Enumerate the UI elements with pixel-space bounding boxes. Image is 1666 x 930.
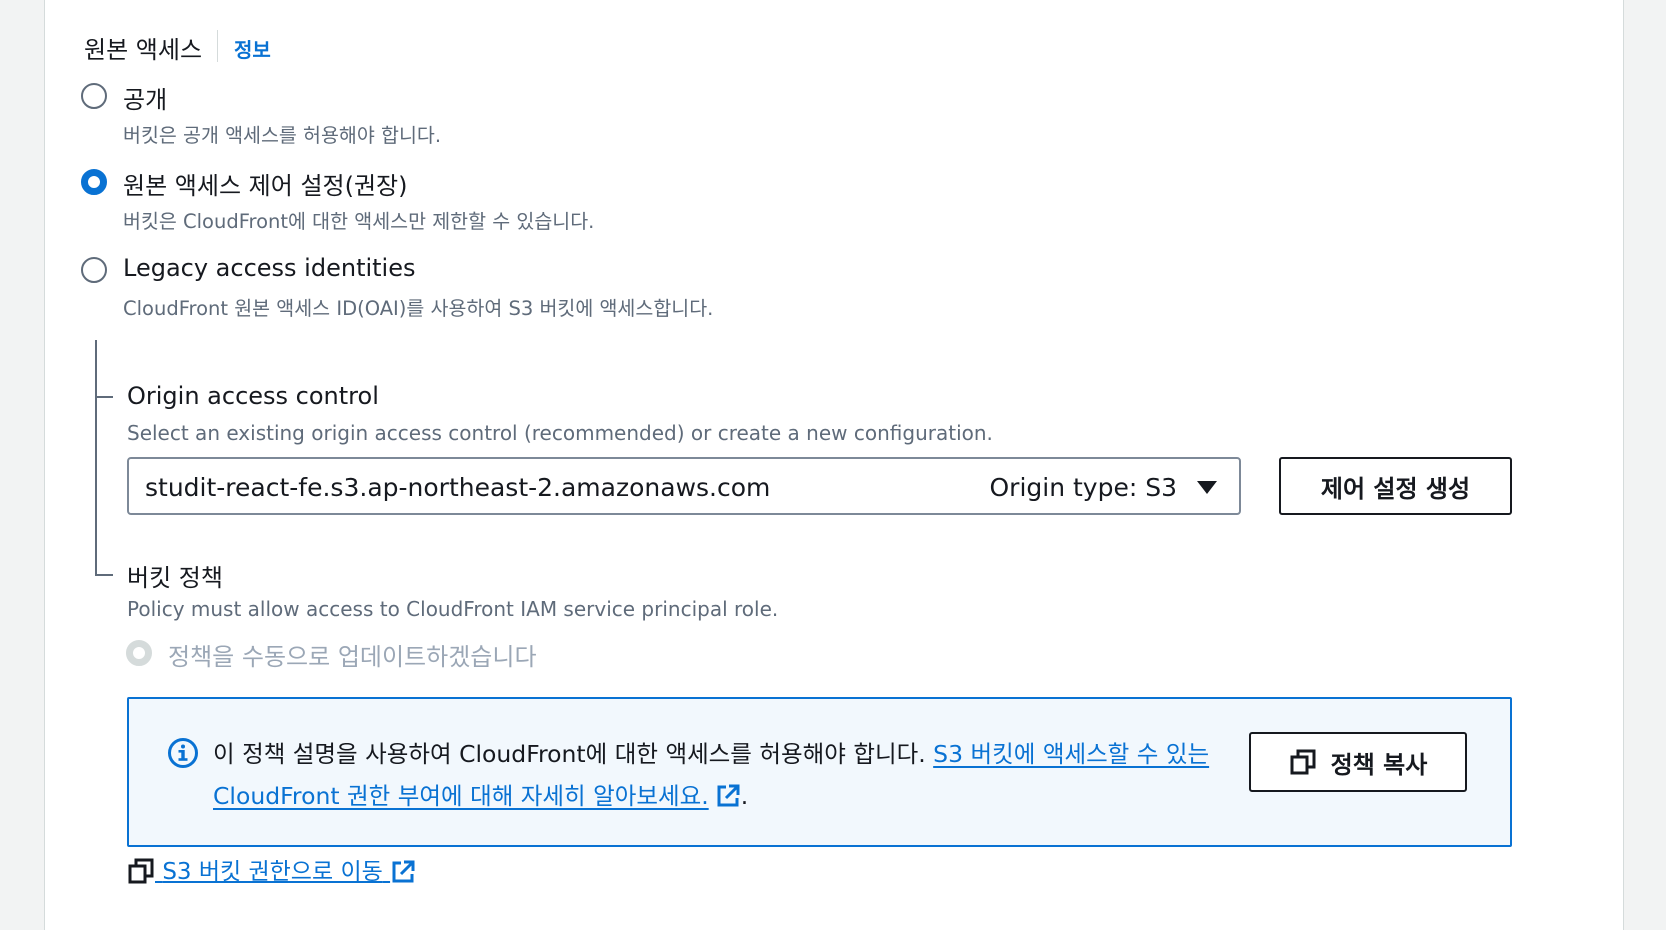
tree-branch: [95, 574, 113, 576]
option-oac-label[interactable]: 원본 액세스 제어 설정(권장): [123, 166, 408, 201]
radio-legacy-identities[interactable]: [81, 257, 107, 283]
option-public-label[interactable]: 공개: [123, 80, 167, 115]
bucket-policy-description: Policy must allow access to CloudFront I…: [127, 597, 779, 621]
tree-connector: [95, 340, 97, 576]
section-title: 원본 액세스: [84, 36, 203, 64]
policy-info-alert: 이 정책 설명을 사용하여 CloudFront에 대한 액세스를 허용해야 합…: [127, 697, 1512, 847]
tree-branch: [95, 396, 113, 398]
alert-message-text: 이 정책 설명을 사용하여 CloudFront에 대한 액세스를 허용해야 합…: [213, 740, 934, 768]
oac-field-label: Origin access control: [127, 382, 379, 410]
radio-manual-policy-update: [126, 640, 152, 666]
external-link-icon: [392, 860, 415, 883]
bucket-policy-label: 버킷 정책: [127, 564, 223, 592]
option-legacy-label[interactable]: Legacy access identities: [123, 254, 416, 282]
radio-public[interactable]: [81, 83, 107, 109]
option-public-description: 버킷은 공개 액세스를 허용해야 합니다.: [123, 124, 442, 147]
info-link[interactable]: 정보: [234, 34, 271, 63]
copy-policy-label: 정책 복사: [1330, 750, 1428, 779]
external-link-icon: [717, 784, 740, 807]
option-oac-description: 버킷은 CloudFront에 대한 액세스만 제한할 수 있습니다.: [123, 210, 595, 233]
bottom-link-text: S3 버킷 권한으로 이동: [162, 859, 383, 885]
oac-select-value: studit-react-fe.s3.ap-northeast-2.amazon…: [145, 473, 771, 502]
copy-icon: [128, 858, 154, 884]
oac-field-description: Select an existing origin access control…: [127, 421, 993, 445]
radio-origin-access-control[interactable]: [81, 169, 107, 195]
alert-message: 이 정책 설명을 사용하여 CloudFront에 대한 액세스를 허용해야 합…: [213, 733, 1213, 817]
oac-select[interactable]: studit-react-fe.s3.ap-northeast-2.amazon…: [127, 457, 1241, 515]
copy-icon: [1290, 749, 1316, 775]
caret-down-icon: [1197, 481, 1217, 494]
copy-policy-button[interactable]: 정책 복사: [1249, 732, 1467, 792]
manual-policy-update-label: 정책을 수동으로 업데이트하겠습니다: [168, 643, 537, 671]
info-icon: [168, 738, 198, 768]
go-to-s3-bucket-permissions-link[interactable]: S3 버킷 권한으로 이동: [127, 852, 416, 886]
origin-type-label: Origin type: S3: [989, 473, 1178, 502]
header-divider: [217, 30, 218, 62]
option-legacy-description: CloudFront 원본 액세스 ID(OAI)를 사용하여 S3 버킷에 액…: [123, 297, 714, 320]
alert-trailing-punctuation: .: [740, 782, 749, 810]
create-control-setting-button[interactable]: 제어 설정 생성: [1279, 457, 1512, 515]
